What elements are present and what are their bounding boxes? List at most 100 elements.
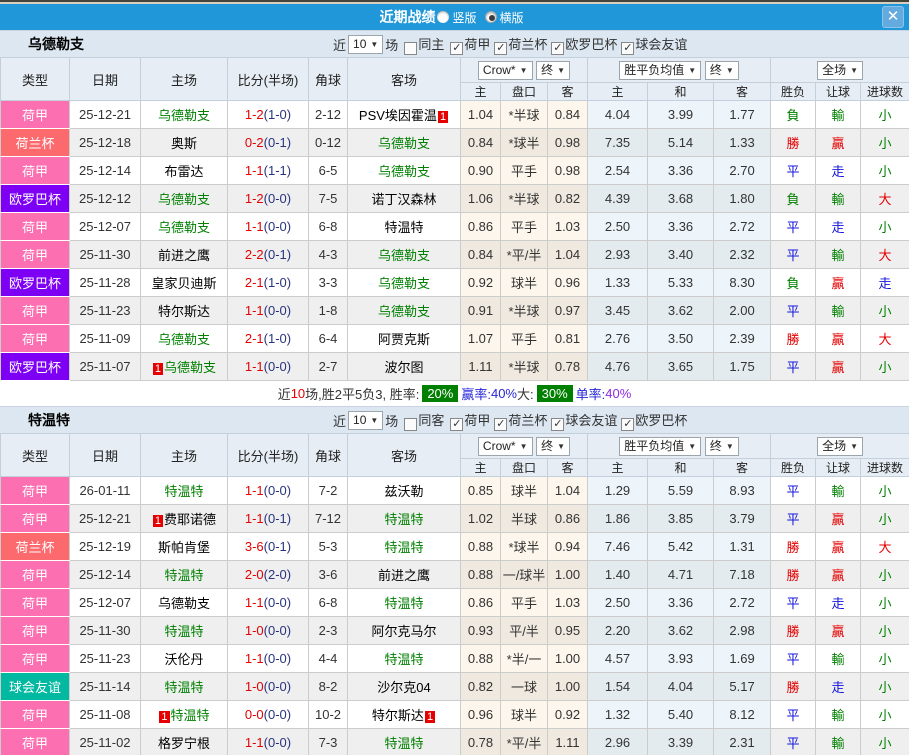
goals-cell: 小 xyxy=(861,729,909,755)
home-team-cell: 皇家贝迪斯 xyxy=(141,269,228,297)
avg-final-select[interactable]: 终▼ xyxy=(705,437,739,456)
table-row: 荷甲25-12-07乌德勒支1-1(0-0)6-8特温特0.86平手1.032.… xyxy=(1,213,909,241)
team-link[interactable]: 乌德勒支 xyxy=(164,360,216,375)
scope-select[interactable]: 全场▼ xyxy=(817,61,863,80)
team-link[interactable]: 奥斯 xyxy=(171,136,197,151)
rank-badge: 1 xyxy=(438,111,448,123)
team-link[interactable]: 特温特 xyxy=(164,484,203,499)
table-row: 荷甲25-11-23特尔斯达1-1(0-0)1-8乌德勒支0.91*半球0.97… xyxy=(1,297,909,325)
vertical-layout-label[interactable]: 竖版 xyxy=(452,9,476,26)
team-link[interactable]: 斯帕肯堡 xyxy=(158,540,210,555)
team-link[interactable]: 特温特 xyxy=(384,220,423,235)
team-link[interactable]: 乌德勒支 xyxy=(378,164,430,179)
team-link[interactable]: 阿贾克斯 xyxy=(378,332,430,347)
odds-company-select[interactable]: Crow*▼ xyxy=(478,61,533,80)
odds-select-cell: Crow*▼ 终▼ xyxy=(461,58,588,83)
team-link[interactable]: 乌德勒支 xyxy=(158,596,210,611)
vertical-layout-radio[interactable] xyxy=(437,11,449,23)
home-team-cell: 特温特 xyxy=(141,477,228,505)
score-cell: 2-0(2-0) xyxy=(228,561,309,589)
team-link[interactable]: 特尔斯达 xyxy=(158,304,210,319)
odds-final-select[interactable]: 终▼ xyxy=(536,437,570,456)
team-link[interactable]: 特温特 xyxy=(384,512,423,527)
league-filter-checkbox[interactable]: ✓荷甲 xyxy=(446,413,490,428)
team-link[interactable]: 波尔图 xyxy=(384,360,423,375)
corner-cell: 2-7 xyxy=(309,353,348,381)
league-filter-checkbox[interactable]: ✓荷甲 xyxy=(446,37,490,52)
team-link[interactable]: 费耶诺德 xyxy=(164,512,216,527)
result-cell: 平 xyxy=(771,729,816,755)
league-filter-checkbox[interactable]: ✓欧罗巴杯 xyxy=(617,413,687,428)
odds-company-select[interactable]: Crow*▼ xyxy=(478,437,533,456)
corner-cell: 7-3 xyxy=(309,729,348,755)
odds-away-cell: 1.03 xyxy=(548,589,588,617)
scope-select[interactable]: 全场▼ xyxy=(817,437,863,456)
avg-final-select[interactable]: 终▼ xyxy=(705,61,739,80)
league-filter-checkbox[interactable]: ✓球会友谊 xyxy=(547,413,617,428)
odds-away-cell: 0.95 xyxy=(548,617,588,645)
team-link[interactable]: 前进之鹰 xyxy=(378,568,430,583)
home-team-cell: 1特温特 xyxy=(141,701,228,729)
team-link[interactable]: 乌德勒支 xyxy=(378,304,430,319)
chevron-down-icon: ▼ xyxy=(726,439,734,454)
score-cell: 1-1(1-1) xyxy=(228,157,309,185)
avg-select[interactable]: 胜平负均值▼ xyxy=(619,61,701,80)
match-count-select[interactable]: 10▼ xyxy=(348,411,383,430)
team-link[interactable]: 沃伦丹 xyxy=(164,652,203,667)
close-icon[interactable]: ✕ xyxy=(882,6,904,28)
team-link[interactable]: 特温特 xyxy=(164,624,203,639)
odds-home-cell: 0.85 xyxy=(461,477,501,505)
same-venue-checkbox[interactable]: ✓同客 xyxy=(400,410,444,431)
league-filter-checkbox[interactable]: ✓荷兰杯 xyxy=(490,37,547,52)
team-link[interactable]: 特尔斯达 xyxy=(372,708,424,723)
corner-cell: 3-6 xyxy=(309,561,348,589)
team-link[interactable]: 乌德勒支 xyxy=(378,136,430,151)
col-corner: 角球 xyxy=(309,58,348,101)
corner-cell: 7-5 xyxy=(309,185,348,213)
team-link[interactable]: 乌德勒支 xyxy=(378,248,430,263)
league-badge: 荷兰杯 xyxy=(1,129,70,157)
team-link[interactable]: 兹沃勒 xyxy=(384,484,423,499)
team-link[interactable]: 乌德勒支 xyxy=(158,108,210,123)
team-link[interactable]: 乌德勒支 xyxy=(158,332,210,347)
team-link[interactable]: 格罗宁根 xyxy=(158,736,210,751)
league-filter-checkbox[interactable]: ✓欧罗巴杯 xyxy=(547,37,617,52)
team-link[interactable]: 特温特 xyxy=(384,736,423,751)
league-badge: 荷甲 xyxy=(1,561,70,589)
team-link[interactable]: 乌德勒支 xyxy=(158,220,210,235)
odds-final-select[interactable]: 终▼ xyxy=(536,61,570,80)
team-link[interactable]: 诺丁汉森林 xyxy=(371,192,436,207)
league-filter-checkbox[interactable]: ✓荷兰杯 xyxy=(490,413,547,428)
team-link[interactable]: 皇家贝迪斯 xyxy=(151,276,216,291)
avg-select[interactable]: 胜平负均值▼ xyxy=(619,437,701,456)
team-link[interactable]: 特温特 xyxy=(164,680,203,695)
away-team-cell: 波尔图 xyxy=(348,353,461,381)
match-date: 25-11-14 xyxy=(70,673,141,701)
col-type: 类型 xyxy=(1,434,70,477)
team-link[interactable]: 沙尔克04 xyxy=(377,680,430,695)
team-link[interactable]: 阿尔克马尔 xyxy=(371,624,436,639)
col-avg-away: 客 xyxy=(714,83,771,101)
league-filter-checkbox[interactable]: ✓球会友谊 xyxy=(617,37,687,52)
match-date: 25-12-18 xyxy=(70,129,141,157)
team-link[interactable]: 布雷达 xyxy=(164,164,203,179)
team-link[interactable]: 特温特 xyxy=(384,652,423,667)
team-link[interactable]: 特温特 xyxy=(384,540,423,555)
team-link[interactable]: 特温特 xyxy=(384,596,423,611)
team-link[interactable]: 前进之鹰 xyxy=(158,248,210,263)
team-link[interactable]: PSV埃因霍温 xyxy=(359,108,437,123)
team-link[interactable]: 特温特 xyxy=(171,708,210,723)
same-venue-checkbox[interactable]: ✓同主 xyxy=(400,34,444,55)
horizontal-layout-label[interactable]: 横版 xyxy=(500,9,524,26)
team-link[interactable]: 乌德勒支 xyxy=(158,192,210,207)
team-link[interactable]: 特温特 xyxy=(164,568,203,583)
horizontal-layout-radio[interactable] xyxy=(485,11,497,23)
away-team-cell: 乌德勒支 xyxy=(348,297,461,325)
result-cell: 平 xyxy=(771,505,816,533)
result-cell: 平 xyxy=(771,353,816,381)
match-count-select[interactable]: 10▼ xyxy=(348,35,383,54)
avg-draw-cell: 3.99 xyxy=(648,101,714,129)
team-link[interactable]: 乌德勒支 xyxy=(378,276,430,291)
league-badge: 荷甲 xyxy=(1,325,70,353)
odds-home-cell: 0.84 xyxy=(461,241,501,269)
